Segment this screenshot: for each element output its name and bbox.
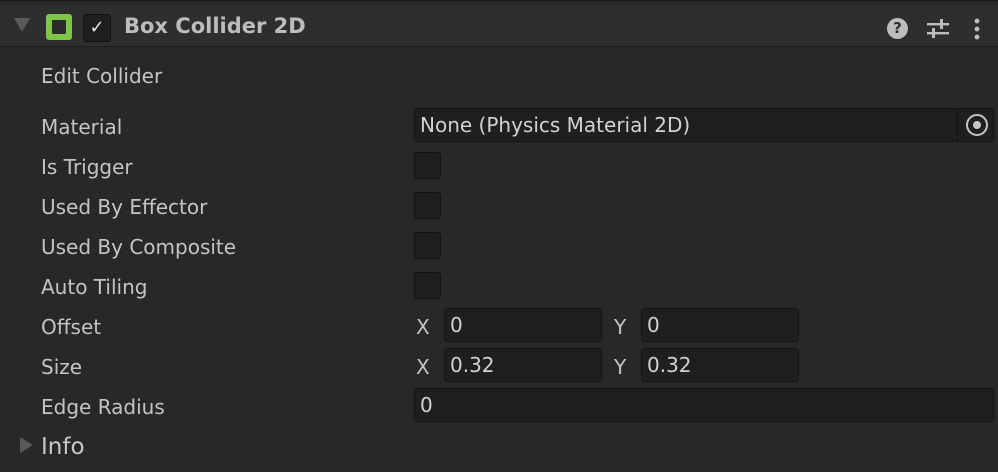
is-trigger-checkbox[interactable]	[414, 152, 441, 179]
used-by-effector-label: Used By Effector	[41, 195, 208, 219]
edit-collider-button[interactable]: Edit Collider	[41, 64, 162, 88]
component-title: Box Collider 2D	[124, 14, 306, 38]
kebab-menu-icon[interactable]	[970, 17, 984, 41]
size-x-input[interactable]: 0.32	[444, 348, 602, 382]
help-icon[interactable]: ?	[887, 18, 908, 39]
offset-x-value: 0	[450, 313, 463, 337]
material-field[interactable]: None (Physics Material 2D)	[414, 108, 994, 142]
object-picker-icon[interactable]	[957, 109, 994, 141]
size-x-label[interactable]: X	[416, 355, 430, 379]
foldout-arrow-down-icon[interactable]	[14, 18, 30, 32]
material-value: None (Physics Material 2D)	[420, 113, 691, 137]
offset-y-label[interactable]: Y	[614, 315, 626, 339]
box-collider-icon	[46, 14, 72, 40]
auto-tiling-label: Auto Tiling	[41, 275, 148, 299]
presets-icon[interactable]	[926, 18, 950, 40]
auto-tiling-checkbox[interactable]	[414, 272, 441, 299]
edge-radius-input[interactable]: 0	[414, 388, 994, 422]
size-x-value: 0.32	[450, 353, 495, 377]
info-foldout[interactable]: Info	[41, 434, 85, 460]
edge-radius-label: Edge Radius	[41, 395, 165, 419]
box-collider-2d-inspector: ✓ Box Collider 2D ? Edit Collider Materi…	[0, 0, 998, 472]
material-label: Material	[41, 115, 123, 139]
used-by-composite-checkbox[interactable]	[414, 232, 441, 259]
component-enabled-checkbox[interactable]: ✓	[83, 14, 111, 42]
edge-radius-value: 0	[420, 393, 433, 417]
used-by-composite-label: Used By Composite	[41, 235, 237, 259]
info-foldout-arrow-icon[interactable]	[20, 437, 33, 453]
used-by-effector-checkbox[interactable]	[414, 192, 441, 219]
offset-y-input[interactable]: 0	[641, 308, 799, 342]
offset-x-input[interactable]: 0	[444, 308, 602, 342]
component-header[interactable]: ✓ Box Collider 2D ?	[0, 5, 998, 47]
offset-label: Offset	[41, 315, 102, 339]
size-y-input[interactable]: 0.32	[641, 348, 799, 382]
size-y-value: 0.32	[647, 353, 692, 377]
offset-y-value: 0	[647, 313, 660, 337]
size-label: Size	[41, 355, 83, 379]
is-trigger-label: Is Trigger	[41, 155, 133, 179]
size-y-label[interactable]: Y	[614, 355, 626, 379]
offset-x-label[interactable]: X	[416, 315, 430, 339]
